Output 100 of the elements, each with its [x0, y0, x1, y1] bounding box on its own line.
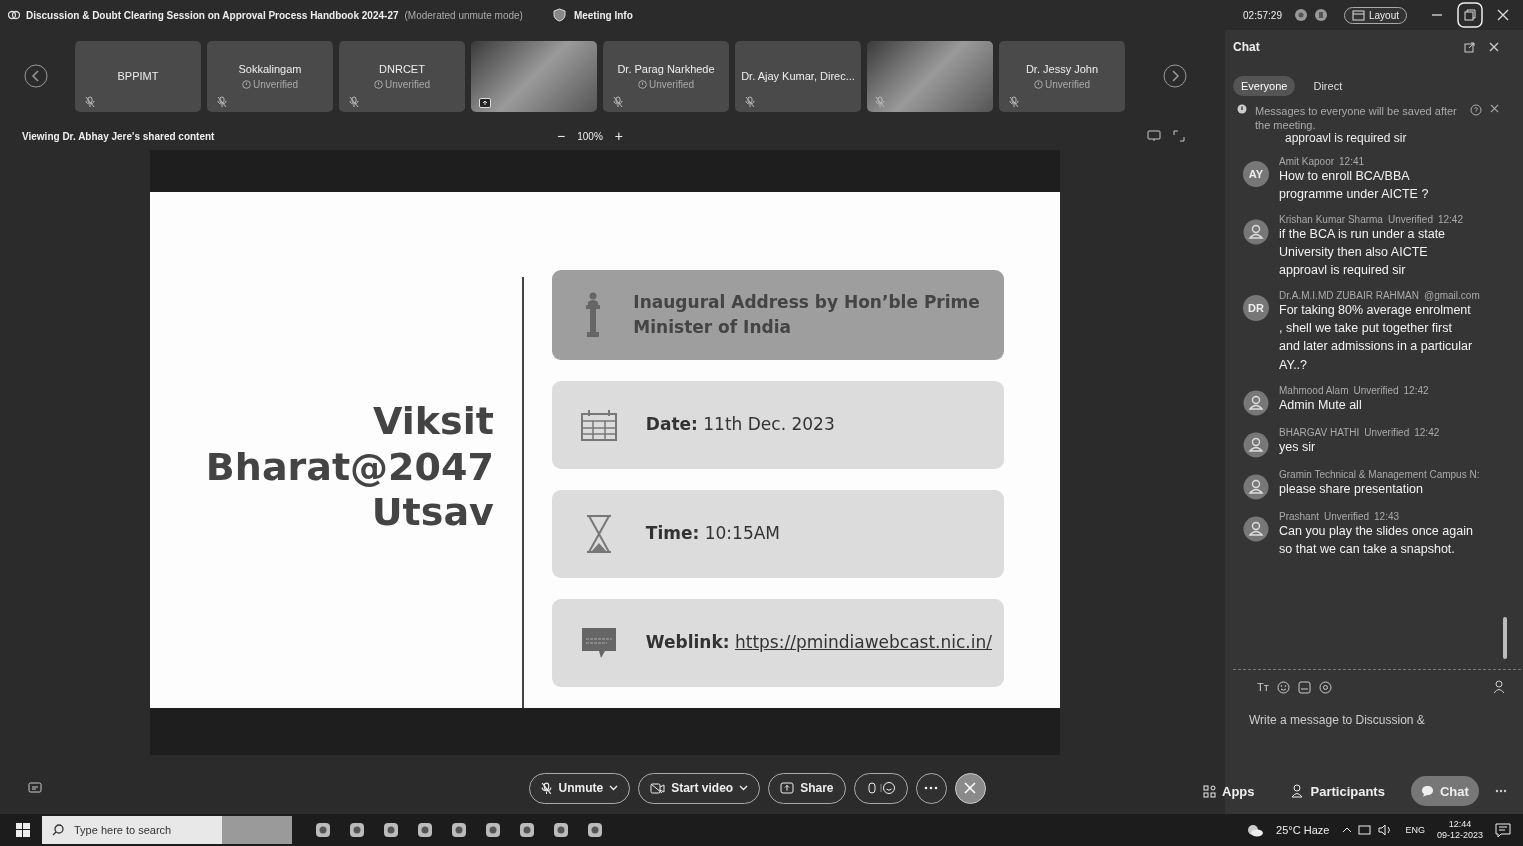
participant-tile[interactable]: Sokkalingam Unverified — [207, 40, 333, 112]
verification-status: Unverified — [374, 78, 430, 90]
chat-button[interactable]: Chat — [1410, 776, 1479, 806]
card-text: Date: 11th Dec. 2023 — [645, 413, 835, 437]
weather-icon — [1246, 823, 1265, 837]
video-placeholder[interactable] — [471, 40, 597, 112]
message-text: approavl is required sir — [1284, 132, 1408, 145]
meeting-info-button[interactable]: Meeting Info — [546, 7, 639, 23]
message-input[interactable]: Write a message to Discussion & — [1247, 712, 1491, 728]
mention-icon[interactable] — [1318, 680, 1332, 694]
sender-name: Prashant — [1279, 510, 1320, 522]
muted-mic-icon — [613, 95, 623, 108]
verification-status: Unverified — [1034, 78, 1090, 90]
ellipsis-icon — [924, 786, 938, 790]
emoji-icon[interactable] — [1276, 680, 1290, 694]
hourglass-icon — [584, 515, 613, 553]
notification-icon[interactable] — [1495, 822, 1511, 838]
help-icon[interactable] — [1469, 104, 1482, 116]
chat-bubble-icon — [1420, 785, 1434, 797]
avatar: AY — [1243, 160, 1269, 187]
more-button[interactable] — [915, 772, 947, 804]
restore-icon[interactable] — [1457, 2, 1483, 28]
pop-out-icon[interactable] — [1463, 41, 1475, 53]
next-icon[interactable] — [1163, 64, 1187, 88]
mic-button[interactable]: Unmute — [529, 772, 631, 804]
search-icon — [52, 824, 64, 836]
format-button[interactable]: Tт — [1257, 681, 1269, 693]
apps-icon — [1203, 784, 1216, 798]
annotate-icon[interactable] — [1147, 130, 1161, 142]
participant-name: BPPIMT — [117, 70, 159, 82]
muted-mic-icon — [541, 781, 553, 795]
avatar-icon — [1243, 515, 1269, 542]
avatar-icon — [1243, 218, 1269, 245]
muted-mic-icon — [85, 95, 95, 108]
card-label: Weblink: — [645, 632, 730, 653]
message-text: if the BCA is run under a state University then also AICTE approavl is required sir — [1279, 225, 1447, 280]
recipient-icon[interactable] — [1492, 680, 1507, 694]
chat-tab[interactable]: Direct — [1305, 76, 1351, 96]
info-icon — [638, 79, 647, 89]
previous-icon[interactable] — [24, 64, 48, 88]
language-indicator[interactable]: ENG — [1405, 825, 1425, 835]
message-text: Can you play the slides once again so that we can take a snapshot. — [1279, 522, 1474, 558]
weather-text: 25°C Haze — [1276, 824, 1330, 836]
captions-icon[interactable] — [28, 782, 42, 794]
layout-button[interactable]: Layout — [1343, 6, 1407, 24]
app-icon[interactable] — [382, 821, 400, 839]
participant-name: DNRCET — [379, 62, 425, 75]
sharing-label: Viewing Dr. Abhay Jere's shared content — [22, 130, 215, 142]
share-button[interactable]: Share — [768, 772, 846, 804]
participant-tile[interactable]: DNRCET Unverified — [339, 40, 465, 112]
video-placeholder[interactable] — [867, 40, 993, 112]
leave-button[interactable] — [954, 772, 986, 804]
participant-tile[interactable]: BPPIMT — [75, 40, 201, 112]
scrollbar[interactable] — [1502, 617, 1507, 659]
sender-status: Unverified — [1387, 213, 1433, 225]
message-time: 12:42 — [1403, 384, 1429, 396]
video-off-icon — [650, 782, 666, 794]
weblink[interactable]: https://pmindiawebcast.nic.in/ — [734, 632, 992, 653]
zoom-out-button[interactable]: − — [557, 128, 566, 144]
slide-title: Viksit Bharat@2047 Utsav — [205, 399, 494, 536]
info-icon — [242, 79, 251, 89]
sender-status: Unverified — [1353, 384, 1399, 396]
zoom-in-button[interactable]: + — [614, 128, 623, 144]
sender-name: BHARGAV HATHI — [1279, 426, 1360, 438]
message-time: 12:41 — [1339, 155, 1365, 167]
card-text: Inaugural Address by Hon’ble Prime Minister of India — [633, 290, 981, 339]
video-button[interactable]: Start video — [638, 772, 761, 804]
message-text: yes sir — [1279, 438, 1317, 456]
fullscreen-icon[interactable] — [1173, 130, 1185, 142]
share-icon — [780, 782, 795, 794]
gif-icon[interactable] — [1297, 680, 1311, 694]
more-icon[interactable] — [1494, 789, 1507, 793]
chat-tab[interactable]: Everyone — [1233, 76, 1296, 96]
message-text: Admin Mute all — [1279, 396, 1363, 414]
verification-status: Unverified — [242, 78, 298, 90]
avatar-icon — [1243, 389, 1269, 416]
meeting-title: Discussion & Doubt Clearing Session on Approval Process Handbook 2024-27 — [26, 9, 399, 21]
chat-bubble-icon — [580, 627, 617, 659]
shield-icon — [552, 8, 566, 22]
sender-name: Krishan Kumar Sharma — [1279, 213, 1383, 225]
close-icon[interactable] — [1488, 42, 1499, 52]
verification-status: Unverified — [638, 78, 694, 90]
sender-name: Dr.A.M.I.MD ZUBAIR RAHMAN — [1279, 290, 1419, 302]
participants-button[interactable]: Participants — [1280, 776, 1395, 806]
screen-share-icon — [479, 97, 491, 108]
participant-tile[interactable]: Dr. Ajay Kumar, Direc... — [735, 40, 861, 112]
participant-name: Sokkalingam — [238, 62, 302, 75]
caret-icon — [609, 785, 619, 791]
reactions-button[interactable] — [853, 772, 908, 804]
participant-tile[interactable]: Dr. Jessy John Unverified — [999, 40, 1125, 112]
start-icon[interactable] — [16, 823, 30, 837]
close-icon[interactable] — [1489, 104, 1499, 113]
apps-button[interactable]: Apps — [1193, 776, 1265, 806]
message-text: How to enroll BCA/BBA programme under AICTE ? — [1279, 167, 1430, 203]
sender-name: Amit Kapoor — [1279, 155, 1335, 167]
info-icon — [374, 79, 383, 89]
message-text: please share presentation — [1279, 480, 1424, 498]
hand-and-smiley-icon — [865, 781, 896, 795]
participant-tile[interactable]: Dr. Parag Narkhede Unverified — [603, 40, 729, 112]
chat-title: Chat — [1233, 40, 1260, 54]
